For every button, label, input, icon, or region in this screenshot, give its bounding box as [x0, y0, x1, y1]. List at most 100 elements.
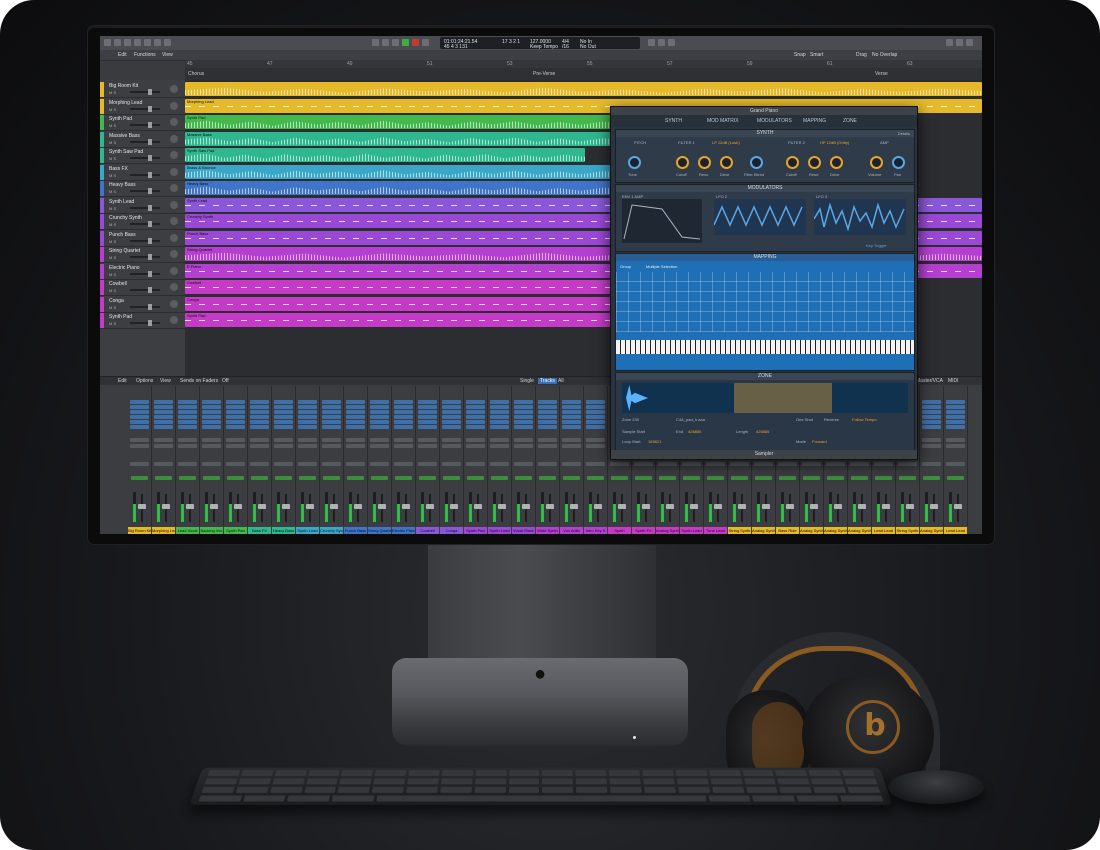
automation-read-button[interactable]	[443, 476, 460, 480]
plugin-slot[interactable]	[514, 400, 533, 404]
mixer-sends-value[interactable]: Off	[222, 378, 229, 384]
output-slot[interactable]	[802, 462, 821, 466]
follow-tempo-toggle[interactable]: Follow Tempo	[852, 417, 877, 422]
send-slot[interactable]	[274, 438, 293, 442]
reverse-toggle[interactable]: Reverse	[824, 417, 839, 422]
slider-handle[interactable]	[148, 105, 152, 112]
plugin-slot[interactable]	[442, 400, 461, 404]
plugin-slot[interactable]	[202, 425, 221, 429]
channel-strip[interactable]	[536, 386, 560, 526]
plugin-slot[interactable]	[394, 410, 413, 414]
plugin-slot[interactable]	[250, 405, 269, 409]
send-slot[interactable]	[442, 438, 461, 442]
plugin-slot[interactable]	[226, 415, 245, 419]
track-volume-slider[interactable]	[130, 221, 160, 227]
plugin-slot[interactable]	[322, 425, 341, 429]
channel-fader[interactable]	[498, 494, 506, 522]
track-pan-knob[interactable]	[170, 299, 178, 308]
zone-waveform[interactable]	[622, 383, 908, 413]
plugin-slot[interactable]	[274, 420, 293, 424]
channel-fader[interactable]	[762, 494, 770, 522]
plugin-slot[interactable]	[514, 425, 533, 429]
plugin-slot[interactable]	[586, 400, 605, 404]
menu-edit[interactable]: Edit	[118, 52, 127, 58]
fader-handle[interactable]	[690, 504, 698, 509]
plugin-slot[interactable]	[466, 425, 485, 429]
plugin-slot[interactable]	[562, 400, 581, 404]
cycle-icon[interactable]	[422, 39, 429, 46]
channel-fader[interactable]	[906, 494, 914, 522]
details-button[interactable]: Details	[898, 131, 910, 136]
track-region[interactable]: Synth Pad	[185, 115, 625, 129]
mute-solo-buttons[interactable]: M S	[109, 321, 116, 326]
record-icon[interactable]	[412, 39, 419, 46]
plugin-slot[interactable]	[922, 420, 941, 424]
plugin-slot[interactable]	[490, 405, 509, 409]
channel-strip[interactable]	[248, 386, 272, 526]
plugin-slot[interactable]	[514, 415, 533, 419]
channel-strip[interactable]	[272, 386, 296, 526]
output-slot[interactable]	[466, 462, 485, 466]
plugin-slot[interactable]	[418, 405, 437, 409]
plugin-slot[interactable]	[154, 400, 173, 404]
filter1-drive-knob[interactable]	[720, 156, 733, 169]
automation-read-button[interactable]	[827, 476, 844, 480]
automation-read-button[interactable]	[875, 476, 892, 480]
channel-fader[interactable]	[858, 494, 866, 522]
channel-strip[interactable]	[176, 386, 200, 526]
plugin-slot[interactable]	[538, 410, 557, 414]
channel-strip[interactable]	[152, 386, 176, 526]
mixer-menu-view[interactable]: View	[160, 378, 171, 384]
plugin-slot[interactable]	[514, 420, 533, 424]
track-header[interactable]: Massive Bass M S	[100, 131, 185, 148]
automation-read-button[interactable]	[635, 476, 652, 480]
plugin-slot[interactable]	[298, 420, 317, 424]
output-slot[interactable]	[514, 462, 533, 466]
fader-handle[interactable]	[258, 504, 266, 509]
send-slot[interactable]	[250, 444, 269, 448]
volume-knob[interactable]	[870, 156, 883, 169]
plugin-slot[interactable]	[562, 410, 581, 414]
send-slot[interactable]	[178, 444, 197, 448]
channel-strip[interactable]	[584, 386, 608, 526]
send-slot[interactable]	[466, 444, 485, 448]
zone-file[interactable]: C4A_pad_h.aaa	[676, 417, 705, 422]
channel-strip[interactable]	[392, 386, 416, 526]
output-slot[interactable]	[874, 462, 893, 466]
fader-handle[interactable]	[354, 504, 362, 509]
filter1-label[interactable]: FILTER 1	[678, 140, 695, 145]
track-pan-knob[interactable]	[170, 200, 178, 209]
plugin-slot[interactable]	[298, 400, 317, 404]
plugin-slot[interactable]	[298, 410, 317, 414]
output-slot[interactable]	[610, 462, 629, 466]
output-slot[interactable]	[178, 462, 197, 466]
slider-handle[interactable]	[148, 155, 152, 161]
plugin-slot[interactable]	[346, 415, 365, 419]
plugin-slot[interactable]	[346, 410, 365, 414]
output-slot[interactable]	[154, 462, 173, 466]
track-header[interactable]: Crunchy Synth M S	[100, 214, 185, 230]
tab-mapping[interactable]: MAPPING	[803, 118, 826, 124]
slider-handle[interactable]	[148, 303, 152, 310]
channel-fader[interactable]	[522, 494, 530, 522]
tab-modulators[interactable]: MODULATORS	[757, 118, 792, 124]
send-slot[interactable]	[514, 444, 533, 448]
plugin-slot[interactable]	[202, 400, 221, 404]
mixer-midi[interactable]: MIDI	[948, 378, 959, 384]
automation-read-button[interactable]	[419, 476, 436, 480]
plugin-slot[interactable]	[922, 410, 941, 414]
browsers-icon[interactable]	[966, 39, 973, 46]
tab-zone[interactable]: ZONE	[843, 118, 857, 124]
fader-handle[interactable]	[234, 504, 242, 509]
output-slot[interactable]	[730, 462, 749, 466]
plugin-slot[interactable]	[250, 400, 269, 404]
track-header[interactable]: Synth Pad M S	[100, 313, 185, 329]
plugin-slot[interactable]	[130, 420, 149, 424]
channel-strip[interactable]	[368, 386, 392, 526]
track-volume-slider[interactable]	[130, 320, 160, 326]
channel-fader[interactable]	[306, 494, 314, 522]
filter1-reso-knob[interactable]	[698, 156, 711, 169]
help-icon[interactable]	[124, 39, 131, 46]
filter2-drive-knob[interactable]	[830, 156, 843, 169]
plugin-slot[interactable]	[250, 425, 269, 429]
